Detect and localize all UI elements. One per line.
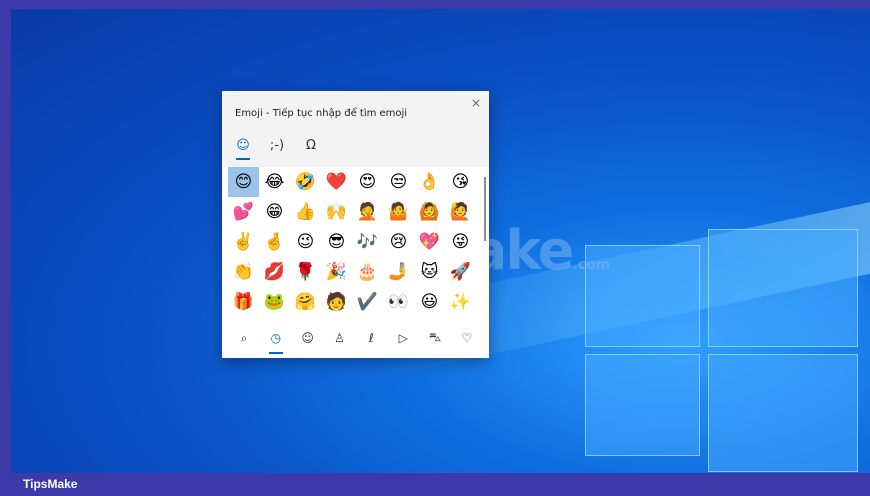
emoji-cell[interactable]: 🙌 xyxy=(321,197,352,227)
heart-icon[interactable]: ♡ xyxy=(455,326,479,350)
emoji-cell[interactable]: 🤷 xyxy=(383,197,414,227)
search-icon[interactable]: ⌕ xyxy=(232,326,256,350)
smiley-icon[interactable]: ☺ xyxy=(296,326,320,350)
windows-logo-pane-top-right xyxy=(708,229,858,347)
celebration-icon[interactable]: ℓ xyxy=(359,326,383,350)
emoji-cell[interactable]: 😃 xyxy=(414,287,445,317)
panel-tabs: ☺ ;-) Ω xyxy=(232,135,322,160)
windows-logo-pane-bottom-left xyxy=(585,354,700,456)
emoji-cell[interactable]: 🌹 xyxy=(290,257,321,287)
emoji-cell[interactable]: 😒 xyxy=(383,167,414,197)
emoji-cell[interactable]: 😂 xyxy=(259,167,290,197)
emoji-cell[interactable]: 🐸 xyxy=(259,287,290,317)
brand-label: TipsMake xyxy=(23,477,78,491)
emoji-cell[interactable]: 🤣 xyxy=(290,167,321,197)
emoji-cell[interactable]: 😜 xyxy=(445,227,476,257)
emoji-cell[interactable]: 💕 xyxy=(228,197,259,227)
emoji-panel: Emoji - Tiếp tục nhập để tìm emoji × ☺ ;-… xyxy=(222,91,489,358)
emoji-cell[interactable]: ✔️ xyxy=(352,287,383,317)
emoji-cell[interactable]: 😉 xyxy=(290,227,321,257)
tab-symbols[interactable]: Ω xyxy=(300,135,322,157)
emoji-cell[interactable]: 💖 xyxy=(414,227,445,257)
emoji-cell[interactable]: 🎂 xyxy=(352,257,383,287)
emoji-cell[interactable]: 😊 xyxy=(228,167,259,197)
car-icon[interactable]: ⛍ xyxy=(423,326,447,350)
emoji-cell[interactable]: ✌️ xyxy=(228,227,259,257)
emoji-cell[interactable]: 🤦 xyxy=(352,197,383,227)
emoji-cell[interactable]: 🙋 xyxy=(445,197,476,227)
emoji-cell[interactable]: 🐱 xyxy=(414,257,445,287)
emoji-cell[interactable]: 😘 xyxy=(445,167,476,197)
windows-logo-pane-bottom-right xyxy=(708,354,858,472)
emoji-cell[interactable]: 🧑 xyxy=(321,287,352,317)
emoji-cell[interactable]: 🤞 xyxy=(259,227,290,257)
panel-header: Emoji - Tiếp tục nhập để tìm emoji × ☺ ;-… xyxy=(222,91,489,167)
emoji-cell[interactable]: 👍 xyxy=(290,197,321,227)
taskbar: TipsMake xyxy=(11,473,870,496)
emoji-cell[interactable]: 🎉 xyxy=(321,257,352,287)
emoji-cell[interactable]: 🚀 xyxy=(445,257,476,287)
close-icon[interactable]: × xyxy=(469,96,483,110)
category-bar: ⌕ ◷ ☺ ♙ ℓ ▷ ⛍ ♡ xyxy=(228,326,483,354)
emoji-grid: 😊 😂 🤣 ❤️ 😍 😒 👌 😘 💕 😁 👍 🙌 🤦 🤷 🙆 🙋 ✌️ 🤞 😉 😎 🎶 😢 💖 😜 👏 💋 🌹 🎉 🎂 🤳 🐱 🚀 🎁 🐸 🤗 🧑 ✔️… xyxy=(228,167,476,317)
emoji-cell[interactable]: ❤️ xyxy=(321,167,352,197)
emoji-cell[interactable]: 👏 xyxy=(228,257,259,287)
emoji-cell[interactable]: 🎶 xyxy=(352,227,383,257)
emoji-cell[interactable]: 👌 xyxy=(414,167,445,197)
emoji-cell[interactable]: 🤳 xyxy=(383,257,414,287)
tab-emoji[interactable]: ☺ xyxy=(232,135,254,160)
food-icon[interactable]: ▷ xyxy=(391,326,415,350)
scrollbar[interactable] xyxy=(484,177,486,241)
emoji-cell[interactable]: ✨ xyxy=(445,287,476,317)
emoji-cell[interactable]: 😢 xyxy=(383,227,414,257)
emoji-cell[interactable]: 👀 xyxy=(383,287,414,317)
watermark-suffix: .com xyxy=(572,257,611,273)
emoji-cell[interactable]: 😎 xyxy=(321,227,352,257)
emoji-cell[interactable]: 💋 xyxy=(259,257,290,287)
recent-icon[interactable]: ◷ xyxy=(264,326,288,354)
emoji-cell[interactable]: 🙆 xyxy=(414,197,445,227)
emoji-cell[interactable]: 🤗 xyxy=(290,287,321,317)
people-icon[interactable]: ♙ xyxy=(328,326,352,350)
emoji-cell[interactable]: 😁 xyxy=(259,197,290,227)
tab-kaomoji[interactable]: ;-) xyxy=(266,135,288,157)
emoji-cell[interactable]: 🎁 xyxy=(228,287,259,317)
panel-title: Emoji - Tiếp tục nhập để tìm emoji xyxy=(235,108,408,119)
emoji-cell[interactable]: 😍 xyxy=(352,167,383,197)
